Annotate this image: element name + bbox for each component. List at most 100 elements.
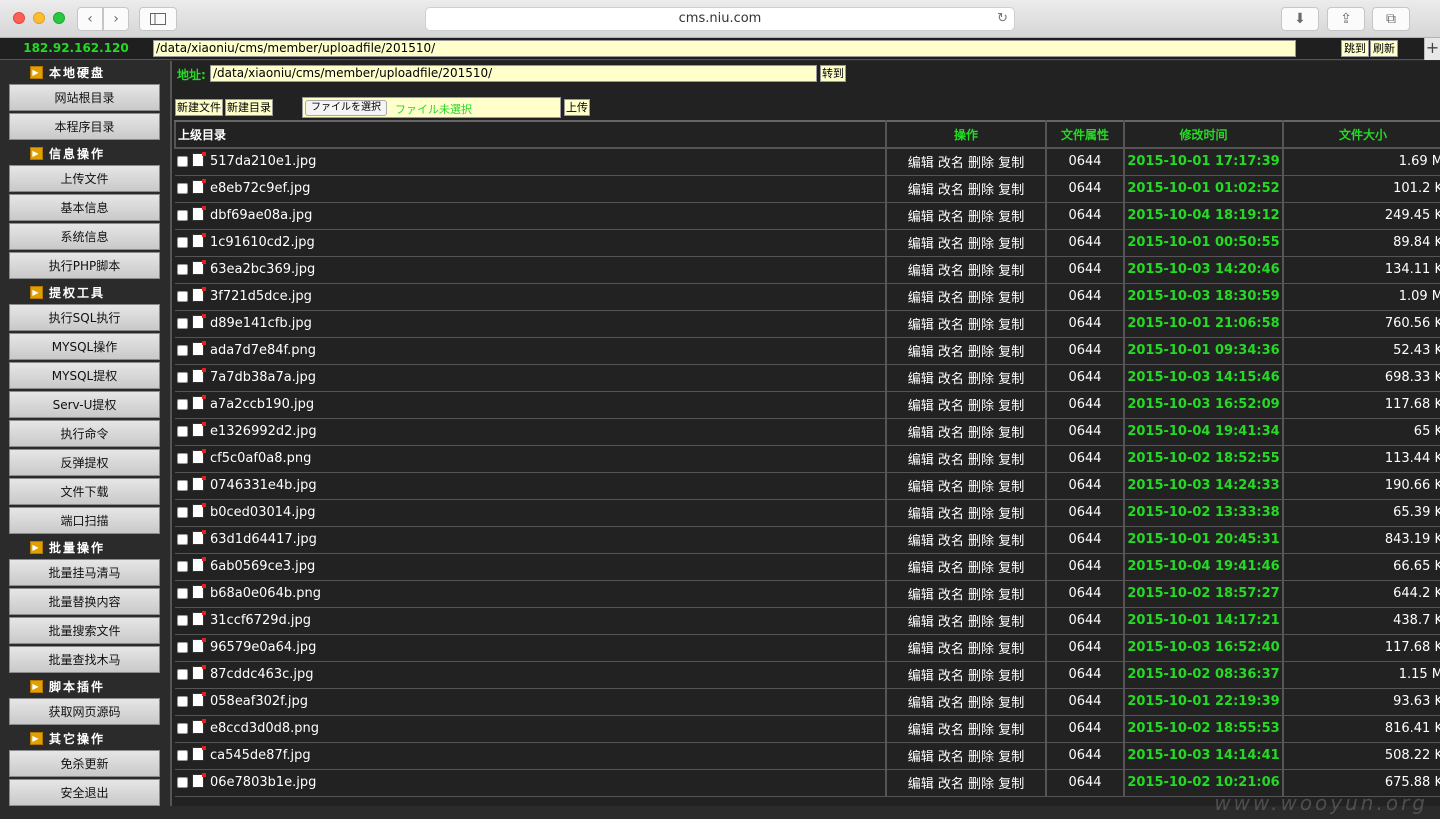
file-perm[interactable]: 0644 [1045,175,1124,203]
file-name-link[interactable]: e1326992d2.jpg [210,424,317,439]
file-name-link[interactable]: d89e141cfb.jpg [210,316,312,331]
file-name-link[interactable]: dbf69ae08a.jpg [210,208,312,223]
back-button[interactable]: ‹ [77,7,103,31]
file-perm[interactable]: 0644 [1045,337,1124,365]
file-name-link[interactable]: 1c91610cd2.jpg [210,235,315,250]
new-tab-button[interactable]: + [1424,38,1440,60]
close-window-button[interactable] [13,12,25,24]
top-path-input[interactable]: /data/xiaoniu/cms/member/uploadfile/2015… [153,40,1296,57]
row-checkbox[interactable] [177,561,188,572]
row-checkbox[interactable] [177,696,188,707]
file-name-link[interactable]: ca545de87f.jpg [210,748,311,763]
row-checkbox[interactable] [177,642,188,653]
file-perm[interactable]: 0644 [1045,661,1124,689]
file-perm[interactable]: 0644 [1045,580,1124,608]
file-perm[interactable]: 0644 [1045,607,1124,635]
sidebar-item[interactable]: MYSQL提权 [9,362,160,389]
file-name-link[interactable]: a7a2ccb190.jpg [210,397,314,412]
sidebar-item[interactable]: 执行命令 [9,420,160,447]
minimize-window-button[interactable] [33,12,45,24]
file-name-link[interactable]: e8eb72c9ef.jpg [210,181,310,196]
file-name-link[interactable]: 63d1d64417.jpg [210,532,317,547]
file-mtime[interactable]: 2015-10-01 00:50:55 [1123,229,1283,257]
file-mtime[interactable]: 2015-10-01 17:17:39 [1123,148,1283,176]
sidebar-item[interactable]: MYSQL操作 [9,333,160,360]
file-ops[interactable]: 编辑 改名 删除 复制 [885,715,1046,743]
row-checkbox[interactable] [177,183,188,194]
row-checkbox[interactable] [177,453,188,464]
file-perm[interactable]: 0644 [1045,526,1124,554]
file-perm[interactable]: 0644 [1045,256,1124,284]
file-ops[interactable]: 编辑 改名 删除 复制 [885,472,1046,500]
row-checkbox[interactable] [177,291,188,302]
file-ops[interactable]: 编辑 改名 删除 复制 [885,391,1046,419]
file-mtime[interactable]: 2015-10-02 18:55:53 [1123,715,1283,743]
file-name-link[interactable]: 7a7db38a7a.jpg [210,370,316,385]
file-perm[interactable]: 0644 [1045,148,1124,176]
parent-dir-link[interactable]: 上级目录 [174,120,887,149]
file-mtime[interactable]: 2015-10-03 16:52:40 [1123,634,1283,662]
sidebar-item[interactable]: 网站根目录 [9,84,160,111]
file-mtime[interactable]: 2015-10-01 20:45:31 [1123,526,1283,554]
file-perm[interactable]: 0644 [1045,553,1124,581]
row-checkbox[interactable] [177,507,188,518]
downloads-button[interactable]: ⬇ [1281,7,1319,31]
row-checkbox[interactable] [177,156,188,168]
new-file-button[interactable]: 新建文件 [175,99,223,116]
file-ops[interactable]: 编辑 改名 删除 复制 [885,634,1046,662]
file-perm[interactable]: 0644 [1045,418,1124,446]
file-mtime[interactable]: 2015-10-01 09:34:36 [1123,337,1283,365]
sidebar-item[interactable]: 基本信息 [9,194,160,221]
file-mtime[interactable]: 2015-10-01 14:17:21 [1123,607,1283,635]
sidebar-item[interactable]: 批量搜索文件 [9,617,160,644]
file-ops[interactable]: 编辑 改名 删除 复制 [885,418,1046,446]
file-mtime[interactable]: 2015-10-03 18:30:59 [1123,283,1283,311]
forward-button[interactable]: › [103,7,129,31]
file-perm[interactable]: 0644 [1045,445,1124,473]
row-checkbox[interactable] [177,237,188,248]
file-ops[interactable]: 编辑 改名 删除 复制 [885,364,1046,392]
file-name-link[interactable]: 3f721d5dce.jpg [210,289,312,304]
choose-file-button[interactable]: ファイルを選択 [305,100,387,116]
file-ops[interactable]: 编辑 改名 删除 复制 [885,175,1046,203]
file-mtime[interactable]: 2015-10-03 16:52:09 [1123,391,1283,419]
sidebar-item[interactable]: Serv-U提权 [9,391,160,418]
file-ops[interactable]: 编辑 改名 删除 复制 [885,499,1046,527]
file-mtime[interactable]: 2015-10-01 22:19:39 [1123,688,1283,716]
file-name-link[interactable]: 87cddc463c.jpg [210,667,314,682]
sidebar-toggle-button[interactable] [139,7,177,31]
sidebar-item[interactable]: 系统信息 [9,223,160,250]
row-checkbox[interactable] [177,480,188,491]
file-mtime[interactable]: 2015-10-03 14:20:46 [1123,256,1283,284]
file-ops[interactable]: 编辑 改名 删除 复制 [885,688,1046,716]
file-ops[interactable]: 编辑 改名 删除 复制 [885,283,1046,311]
row-checkbox[interactable] [177,615,188,626]
row-checkbox[interactable] [177,534,188,545]
file-ops[interactable]: 编辑 改名 删除 复制 [885,256,1046,284]
file-perm[interactable]: 0644 [1045,202,1124,230]
sidebar-item[interactable]: 端口扫描 [9,507,160,534]
file-mtime[interactable]: 2015-10-02 13:33:38 [1123,499,1283,527]
file-mtime[interactable]: 2015-10-03 14:24:33 [1123,472,1283,500]
file-mtime[interactable]: 2015-10-04 19:41:46 [1123,553,1283,581]
file-name-link[interactable]: 0746331e4b.jpg [210,478,317,493]
row-checkbox[interactable] [177,777,188,788]
file-mtime[interactable]: 2015-10-01 01:02:52 [1123,175,1283,203]
sidebar-item[interactable]: 批量挂马清马 [9,559,160,586]
file-ops[interactable]: 编辑 改名 删除 复制 [885,553,1046,581]
sidebar-item[interactable]: 执行PHP脚本 [9,252,160,279]
row-checkbox[interactable] [177,399,188,410]
file-ops[interactable]: 编辑 改名 删除 复制 [885,769,1046,797]
file-perm[interactable]: 0644 [1045,715,1124,743]
file-perm[interactable]: 0644 [1045,688,1124,716]
row-checkbox[interactable] [177,669,188,680]
row-checkbox[interactable] [177,588,188,599]
new-dir-button[interactable]: 新建目录 [225,99,273,116]
go-button[interactable]: 转到 [820,65,846,82]
file-name-link[interactable]: 31ccf6729d.jpg [210,613,311,628]
sidebar-item[interactable]: 安全退出 [9,779,160,806]
file-name-link[interactable]: 517da210e1.jpg [210,154,316,169]
file-ops[interactable]: 编辑 改名 删除 复制 [885,742,1046,770]
file-mtime[interactable]: 2015-10-03 14:15:46 [1123,364,1283,392]
file-perm[interactable]: 0644 [1045,310,1124,338]
